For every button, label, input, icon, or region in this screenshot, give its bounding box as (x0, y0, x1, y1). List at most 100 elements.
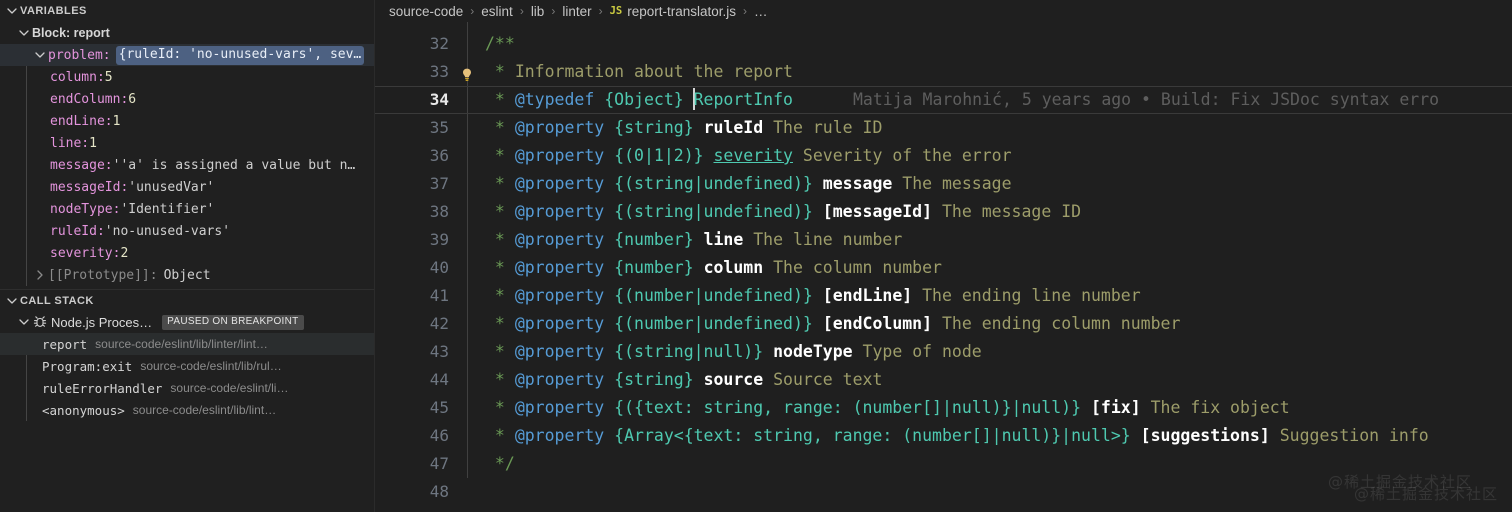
code-line-text: * @property {number} line The line numbe… (483, 226, 1512, 254)
variable-key: line: (50, 135, 90, 151)
breadcrumb-item[interactable]: source-code (389, 4, 463, 19)
code-line[interactable]: 45 * @property {({text: string, range: (… (375, 394, 1512, 422)
variable-row[interactable]: endColumn: 6 (0, 88, 374, 110)
call-stack-frame[interactable]: <anonymous> source-code/eslint/lib/lint… (0, 399, 374, 421)
frame-name: <anonymous> (42, 402, 125, 418)
code-token: severity (713, 146, 793, 165)
code-line[interactable]: 42 * @property {(number|undefined)} [end… (375, 310, 1512, 338)
code-line-text: * @property {(0|1|2)} severity Severity … (483, 142, 1512, 170)
breadcrumb-item[interactable]: linter (562, 4, 591, 19)
code-token: Type of node (852, 342, 982, 361)
breadcrumb[interactable]: source-code › eslint › lib › linter › JS report-t… (375, 0, 1512, 22)
variable-value: Object (163, 267, 211, 283)
code-line[interactable]: 46 * @property {Array<{text: string, ran… (375, 422, 1512, 450)
code-line[interactable]: 34 * @typedef {Object} ReportInfo Matija … (375, 86, 1512, 114)
code-token: {Object} (604, 90, 694, 109)
code-token: * (485, 258, 515, 277)
variable-value: 'Identifier' (120, 201, 215, 217)
variable-row-prototype[interactable]: [[Prototype]]: Object (0, 264, 374, 286)
code-token: ReportInfo (693, 90, 793, 109)
code-line[interactable]: 36 * @property {(0|1|2)} severity Severi… (375, 142, 1512, 170)
variable-row[interactable]: message: ''a' is assigned a value but n… (0, 154, 374, 176)
code-token: @property (514, 202, 615, 221)
breadcrumb-separator-icon: › (470, 4, 475, 18)
variable-value: 1 (89, 135, 97, 151)
variable-key: endLine: (50, 113, 113, 129)
code-token: The message (892, 174, 1012, 193)
variable-row[interactable]: line: 1 (0, 132, 374, 154)
code-token: * (485, 342, 515, 361)
code-line[interactable]: 40 * @property {number} column The colum… (375, 254, 1512, 282)
variable-key: ruleId: (50, 223, 105, 239)
code-token: * (485, 202, 515, 221)
frame-name: Program:exit (42, 358, 133, 374)
line-number: 44 (429, 370, 449, 389)
breadcrumb-item[interactable]: report-translator.js (627, 4, 736, 19)
breadcrumb-item[interactable]: eslint (481, 4, 513, 19)
chevron-down-icon (4, 3, 20, 19)
line-number: 34 (429, 90, 449, 109)
line-number: 33 (429, 62, 449, 81)
code-line-text: /** (483, 30, 1512, 58)
lightbulb-quickfix-icon[interactable] (459, 64, 475, 81)
variable-row-problem[interactable]: problem: {ruleId: 'no-unused-vars', sev… (0, 44, 374, 66)
code-token: */ (485, 454, 515, 473)
chevron-right-icon (32, 267, 48, 283)
code-line[interactable]: 48 (375, 478, 1512, 506)
scope-label: Block: report (32, 26, 110, 40)
code-token: [endColumn] (822, 314, 933, 333)
code-token: {(number|undefined)} (614, 314, 823, 333)
variable-row[interactable]: nodeType: 'Identifier' (0, 198, 374, 220)
code-line[interactable]: 41 * @property {(number|undefined)} [end… (375, 282, 1512, 310)
call-stack-section-header[interactable]: CALL STACK (0, 289, 374, 311)
call-stack-frame[interactable]: report source-code/eslint/lib/linter/lint… (0, 333, 374, 355)
code-line[interactable]: 35 * @property {string} ruleId The rule … (375, 114, 1512, 142)
variable-row[interactable]: ruleId: 'no-unused-vars' (0, 220, 374, 242)
code-editor[interactable]: 31 32 /** 33 * Information about the report… (375, 22, 1512, 512)
chevron-down-icon (4, 293, 20, 309)
code-line[interactable]: 47 */ (375, 450, 1512, 478)
scope-block-report[interactable]: Block: report (0, 22, 374, 44)
code-token: {number} (614, 230, 704, 249)
code-line[interactable]: 44 * @property {string} source Source te… (375, 366, 1512, 394)
code-line[interactable]: 37 * @property {(string|undefined)} mess… (375, 170, 1512, 198)
code-token: {(string|undefined)} (614, 174, 823, 193)
variable-row[interactable]: column: 5 (0, 66, 374, 88)
line-number: 41 (429, 286, 449, 305)
call-stack-session-row[interactable]: Node.js Proces… PAUSED ON BREAKPOINT (0, 311, 374, 333)
call-stack-frame[interactable]: ruleErrorHandler source-code/eslint/li… (0, 377, 374, 399)
line-number: 43 (429, 342, 449, 361)
variable-row[interactable]: endLine: 1 (0, 110, 374, 132)
variable-value-selected[interactable]: {ruleId: 'no-unused-vars', sev… (115, 45, 365, 65)
chevron-down-icon (32, 47, 48, 63)
code-token: message (822, 174, 893, 193)
code-token: @property (514, 342, 615, 361)
call-stack-frame[interactable]: Program:exit source-code/eslint/lib/rul… (0, 355, 374, 377)
code-token: {string} (614, 118, 704, 137)
variable-key: column: (50, 69, 105, 85)
code-line[interactable]: 33 * Information about the report (375, 58, 1512, 86)
code-line-text: */ (483, 450, 1512, 478)
variable-key: problem: (48, 47, 111, 63)
variable-value: 2 (120, 245, 129, 261)
code-token: /** (485, 34, 515, 53)
breadcrumb-item[interactable]: lib (531, 4, 545, 19)
code-line-text: * @typedef {Object} ReportInfo Matija Mar… (483, 86, 1512, 114)
code-line[interactable]: 43 * @property {(string|null)} nodeType … (375, 338, 1512, 366)
variable-value: 1 (112, 113, 121, 129)
breadcrumb-item[interactable]: … (754, 4, 768, 19)
code-line[interactable]: 32 /** (375, 30, 1512, 58)
code-line-text: * @property {(string|undefined)} message… (483, 170, 1512, 198)
variable-row[interactable]: severity: 2 (0, 242, 374, 264)
code-token: @property (514, 146, 615, 165)
code-line[interactable]: 39 * @property {number} line The line nu… (375, 226, 1512, 254)
variables-section-header[interactable]: VARIABLES (0, 0, 374, 22)
variable-row[interactable]: messageId: 'unusedVar' (0, 176, 374, 198)
line-number: 48 (429, 482, 449, 501)
code-token: @property (514, 230, 615, 249)
line-number: 38 (429, 202, 449, 221)
code-line-text: * @property {number} column The column n… (483, 254, 1512, 282)
code-token: {string} (614, 370, 704, 389)
code-token: * (485, 174, 515, 193)
code-line[interactable]: 38 * @property {(string|undefined)} [mes… (375, 198, 1512, 226)
